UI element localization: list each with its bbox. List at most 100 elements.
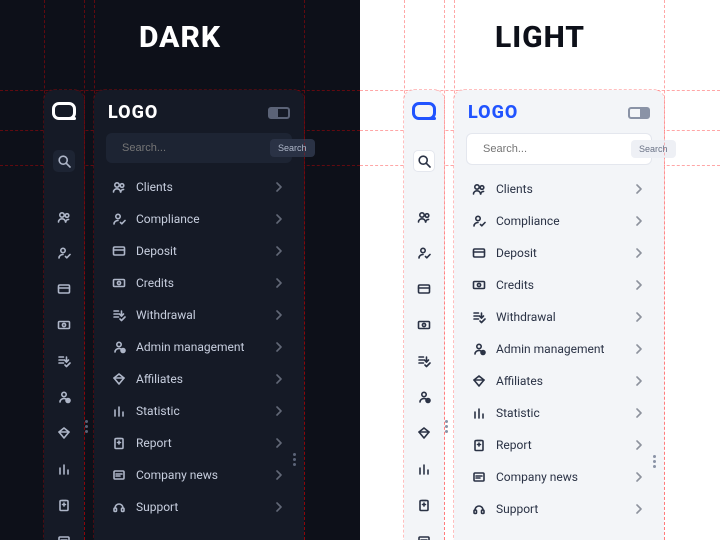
compliance-icon[interactable] xyxy=(53,242,75,264)
news-icon[interactable] xyxy=(53,530,75,540)
logo-text: LOGO xyxy=(468,102,518,123)
sidebar-item-compliance[interactable]: Compliance xyxy=(106,205,292,233)
sidebar-item-support[interactable]: Support xyxy=(106,493,292,521)
drag-handle-icon[interactable] xyxy=(85,420,88,433)
users-icon[interactable] xyxy=(413,206,435,228)
sidebar-item-compliance[interactable]: Compliance xyxy=(466,207,652,235)
search-icon[interactable] xyxy=(53,150,75,172)
chevron-right-icon xyxy=(632,374,646,388)
sidebar-item-credits[interactable]: Credits xyxy=(466,271,652,299)
chevron-right-icon xyxy=(272,404,286,418)
sidebar-item-withdrawal[interactable]: Withdrawal xyxy=(106,301,292,329)
sidebar-item-clients[interactable]: Clients xyxy=(106,173,292,201)
search-input[interactable] xyxy=(483,143,625,155)
sidebar-dark: LOGO Search ClientsComplianceDepositCred… xyxy=(94,90,304,540)
admin-icon[interactable] xyxy=(53,386,75,408)
nav-light: Clients Compliance Deposit Credits Withdrawa… xyxy=(466,175,652,523)
card-icon xyxy=(112,244,126,258)
clipboard-icon[interactable] xyxy=(53,494,75,516)
search-button[interactable]: Search xyxy=(270,139,315,157)
sidebar-item-statistic[interactable]: Statistic xyxy=(106,397,292,425)
withdrawal-icon xyxy=(472,310,486,324)
chevron-right-icon xyxy=(272,468,286,482)
withdrawal-icon[interactable] xyxy=(53,350,75,372)
chevron-right-icon xyxy=(272,308,286,322)
clipboard-icon xyxy=(472,438,486,452)
sidebar-item-label: Statistic xyxy=(136,404,180,418)
logo-mark xyxy=(52,102,76,120)
news-icon xyxy=(112,468,126,482)
compliance-icon[interactable] xyxy=(413,242,435,264)
sidebar-item-deposit[interactable]: Deposit xyxy=(106,237,292,265)
money-icon xyxy=(112,276,126,290)
dark-theme-panel: DARK LOGO xyxy=(0,0,360,540)
card-icon[interactable] xyxy=(413,278,435,300)
search-icon[interactable] xyxy=(413,150,435,172)
search-input[interactable] xyxy=(122,142,264,154)
search-box[interactable]: Search xyxy=(106,133,292,163)
card-icon[interactable] xyxy=(53,278,75,300)
sidebar-item-deposit[interactable]: Deposit xyxy=(466,239,652,267)
news-icon xyxy=(472,470,486,484)
diamond-icon[interactable] xyxy=(413,422,435,444)
drag-handle-icon[interactable] xyxy=(445,420,448,433)
diamond-icon xyxy=(112,372,126,386)
chart-icon[interactable] xyxy=(413,458,435,480)
sidebar-item-credits[interactable]: Credits xyxy=(106,269,292,297)
sidebar-item-label: Statistic xyxy=(496,406,540,420)
clipboard-icon[interactable] xyxy=(413,494,435,516)
news-icon[interactable] xyxy=(413,530,435,540)
sidebar-item-clients[interactable]: Clients xyxy=(466,175,652,203)
sidebar-item-label: Affiliates xyxy=(136,372,183,386)
chevron-right-icon xyxy=(632,278,646,292)
light-title: LIGHT xyxy=(495,20,585,55)
sidebar-item-label: Credits xyxy=(136,276,174,290)
sidebar-item-label: Report xyxy=(496,438,532,452)
sidebar-item-affiliates[interactable]: Affiliates xyxy=(106,365,292,393)
chart-icon[interactable] xyxy=(53,458,75,480)
dark-title: DARK xyxy=(139,20,221,55)
money-icon[interactable] xyxy=(413,314,435,336)
drag-handle-icon[interactable] xyxy=(293,453,296,466)
headset-icon xyxy=(112,500,126,514)
search-box[interactable]: Search xyxy=(466,133,652,165)
sidebar-item-statistic[interactable]: Statistic xyxy=(466,399,652,427)
sidebar-item-label: Support xyxy=(496,502,538,516)
diamond-icon[interactable] xyxy=(53,422,75,444)
sidebar-item-label: Clients xyxy=(496,182,533,196)
sidebar-item-report[interactable]: Report xyxy=(466,431,652,459)
clipboard-icon xyxy=(112,436,126,450)
sidebar-item-label: Withdrawal xyxy=(136,308,196,322)
icon-rail-dark xyxy=(44,90,84,540)
sidebar-light: LOGO Search Clients Compliance Deposit Cred… xyxy=(454,90,664,540)
sidebar-item-company-news[interactable]: Company news xyxy=(466,463,652,491)
collapse-toggle-icon[interactable] xyxy=(268,107,290,119)
sidebar-item-affiliates[interactable]: Affiliates xyxy=(466,367,652,395)
users-icon[interactable] xyxy=(53,206,75,228)
sidebar-item-label: Clients xyxy=(136,180,173,194)
sidebar-item-admin-management[interactable]: Admin management xyxy=(106,333,292,361)
drag-handle-icon[interactable] xyxy=(653,455,656,468)
sidebar-item-label: Compliance xyxy=(496,214,560,228)
sidebar-item-company-news[interactable]: Company news xyxy=(106,461,292,489)
sidebar-item-withdrawal[interactable]: Withdrawal xyxy=(466,303,652,331)
admin-icon[interactable] xyxy=(413,386,435,408)
chevron-right-icon xyxy=(632,214,646,228)
collapse-toggle-icon[interactable] xyxy=(628,107,650,119)
admin-icon xyxy=(472,342,486,356)
search-button[interactable]: Search xyxy=(631,140,676,158)
sidebar-item-label: Report xyxy=(136,436,172,450)
light-theme-panel: LIGHT LOGO xyxy=(360,0,720,540)
sidebar-item-report[interactable]: Report xyxy=(106,429,292,457)
compliance-icon xyxy=(472,214,486,228)
chevron-right-icon xyxy=(272,180,286,194)
sidebar-item-label: Credits xyxy=(496,278,534,292)
sidebar-item-admin-management[interactable]: Admin management xyxy=(466,335,652,363)
withdrawal-icon[interactable] xyxy=(413,350,435,372)
sidebar-item-support[interactable]: Support xyxy=(466,495,652,523)
diamond-icon xyxy=(472,374,486,388)
sidebar-item-label: Support xyxy=(136,500,178,514)
chevron-right-icon xyxy=(632,502,646,516)
chevron-right-icon xyxy=(272,212,286,226)
money-icon[interactable] xyxy=(53,314,75,336)
